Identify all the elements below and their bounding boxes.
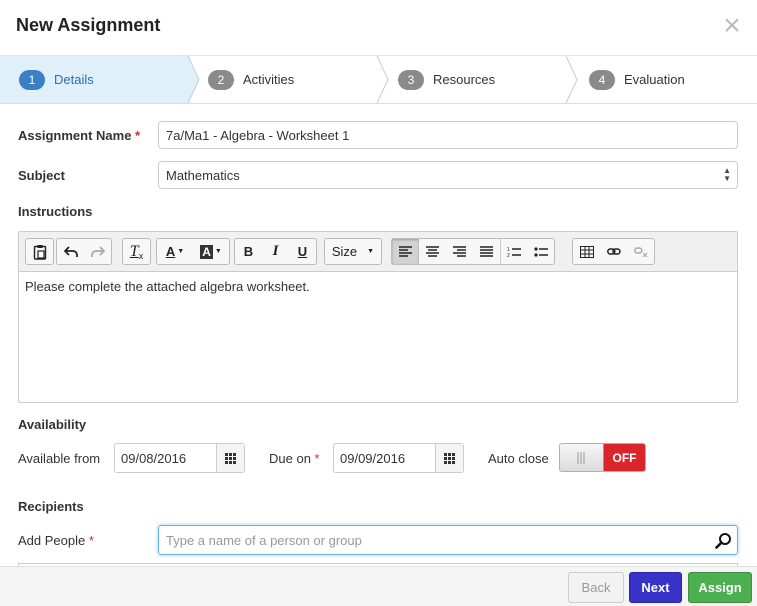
toolbar-group-size: Size ▼ bbox=[324, 238, 382, 265]
editor-content[interactable]: Please complete the attached algebra wor… bbox=[25, 279, 310, 294]
align-right-icon[interactable] bbox=[446, 239, 473, 264]
available-from-label: Available from bbox=[18, 451, 101, 466]
add-people-input[interactable]: Type a name of a person or group bbox=[158, 525, 738, 555]
step-label: Resources bbox=[433, 72, 496, 87]
subject-label: Subject bbox=[18, 168, 65, 183]
align-left-icon[interactable] bbox=[392, 239, 419, 264]
underline-icon[interactable]: U bbox=[289, 239, 316, 264]
availability-label: Availability bbox=[18, 417, 87, 432]
dialog-footer: Back Next Assign bbox=[0, 566, 757, 606]
required-marker: * bbox=[314, 451, 320, 466]
toolbar-group-clear: Tx bbox=[122, 238, 151, 265]
step-number: 2 bbox=[208, 69, 234, 90]
step-evaluation[interactable]: 4 Evaluation bbox=[589, 56, 749, 103]
assignment-name-input[interactable]: 7a/Ma1 - Algebra - Worksheet 1 bbox=[158, 121, 738, 149]
redo-icon[interactable] bbox=[84, 239, 111, 264]
instructions-label: Instructions bbox=[18, 204, 93, 219]
required-marker: * bbox=[135, 128, 141, 143]
subject-value: Mathematics bbox=[166, 168, 240, 183]
table-icon[interactable] bbox=[573, 239, 600, 264]
background-color-icon[interactable]: A ▼ bbox=[193, 239, 229, 264]
calendar-icon[interactable] bbox=[435, 444, 463, 472]
step-activities[interactable]: 2 Activities bbox=[208, 56, 378, 103]
assignment-name-label: Assignment Name * bbox=[18, 128, 141, 143]
align-justify-icon[interactable] bbox=[473, 239, 500, 264]
step-resources[interactable]: 3 Resources bbox=[398, 56, 568, 103]
italic-icon[interactable]: I bbox=[262, 239, 289, 264]
available-from-value[interactable]: 09/08/2016 bbox=[115, 444, 216, 472]
unlink-icon[interactable] bbox=[627, 239, 654, 264]
editor-toolbar: Tx A ▼ A ▼ B I U Size ▼ 1 2 bbox=[19, 232, 737, 272]
close-icon[interactable]: × bbox=[720, 11, 744, 41]
step-number: 4 bbox=[589, 69, 615, 90]
toolbar-group-insert bbox=[572, 238, 655, 265]
step-label: Evaluation bbox=[624, 72, 685, 87]
calendar-icon[interactable] bbox=[216, 444, 244, 472]
undo-icon[interactable] bbox=[57, 239, 84, 264]
add-people-label: Add People * bbox=[18, 533, 94, 548]
search-icon[interactable] bbox=[715, 532, 732, 549]
due-on-label: Due on * bbox=[269, 451, 320, 466]
add-people-placeholder: Type a name of a person or group bbox=[166, 533, 362, 548]
wizard-steps: 1 Details 2 Activities 3 Resources 4 Eva… bbox=[0, 56, 757, 104]
dialog-title: New Assignment bbox=[16, 15, 161, 35]
clear-format-icon[interactable]: Tx bbox=[123, 239, 150, 264]
toggle-grip-icon bbox=[560, 444, 604, 471]
ordered-list-icon[interactable]: 12 bbox=[500, 239, 527, 264]
step-number: 3 bbox=[398, 69, 424, 90]
align-center-icon[interactable] bbox=[419, 239, 446, 264]
auto-close-label: Auto close bbox=[488, 451, 549, 466]
svg-text:2: 2 bbox=[507, 253, 510, 258]
recipients-label: Recipients bbox=[18, 499, 84, 514]
toolbar-group-clipboard bbox=[25, 238, 54, 265]
select-arrows-icon: ▲ ▼ bbox=[723, 166, 731, 183]
subject-select[interactable]: Mathematics ▲ ▼ bbox=[158, 161, 738, 189]
available-from-date[interactable]: 09/08/2016 bbox=[114, 443, 245, 473]
back-button[interactable]: Back bbox=[568, 572, 624, 603]
next-button[interactable]: Next bbox=[629, 572, 682, 603]
link-icon[interactable] bbox=[600, 239, 627, 264]
toolbar-group-history bbox=[56, 238, 112, 265]
paste-icon[interactable] bbox=[26, 239, 53, 264]
step-label: Activities bbox=[243, 72, 295, 87]
rich-text-editor[interactable]: Tx A ▼ A ▼ B I U Size ▼ 1 2 Please compl… bbox=[18, 231, 738, 403]
dialog-header: New Assignment × bbox=[0, 0, 757, 56]
bold-icon[interactable]: B bbox=[235, 239, 262, 264]
toolbar-group-style: B I U bbox=[234, 238, 317, 265]
toolbar-group-colors: A ▼ A ▼ bbox=[156, 238, 230, 265]
toggle-state: OFF bbox=[604, 444, 645, 471]
due-on-value[interactable]: 09/09/2016 bbox=[334, 444, 435, 472]
assign-button[interactable]: Assign bbox=[688, 572, 752, 603]
required-marker: * bbox=[88, 533, 94, 548]
auto-close-toggle[interactable]: OFF bbox=[559, 443, 646, 472]
unordered-list-icon[interactable] bbox=[527, 239, 554, 264]
due-on-date[interactable]: 09/09/2016 bbox=[333, 443, 464, 473]
font-color-icon[interactable]: A ▼ bbox=[157, 239, 193, 264]
size-dropdown[interactable]: Size ▼ bbox=[325, 239, 381, 264]
toolbar-group-align: 12 bbox=[391, 238, 555, 265]
